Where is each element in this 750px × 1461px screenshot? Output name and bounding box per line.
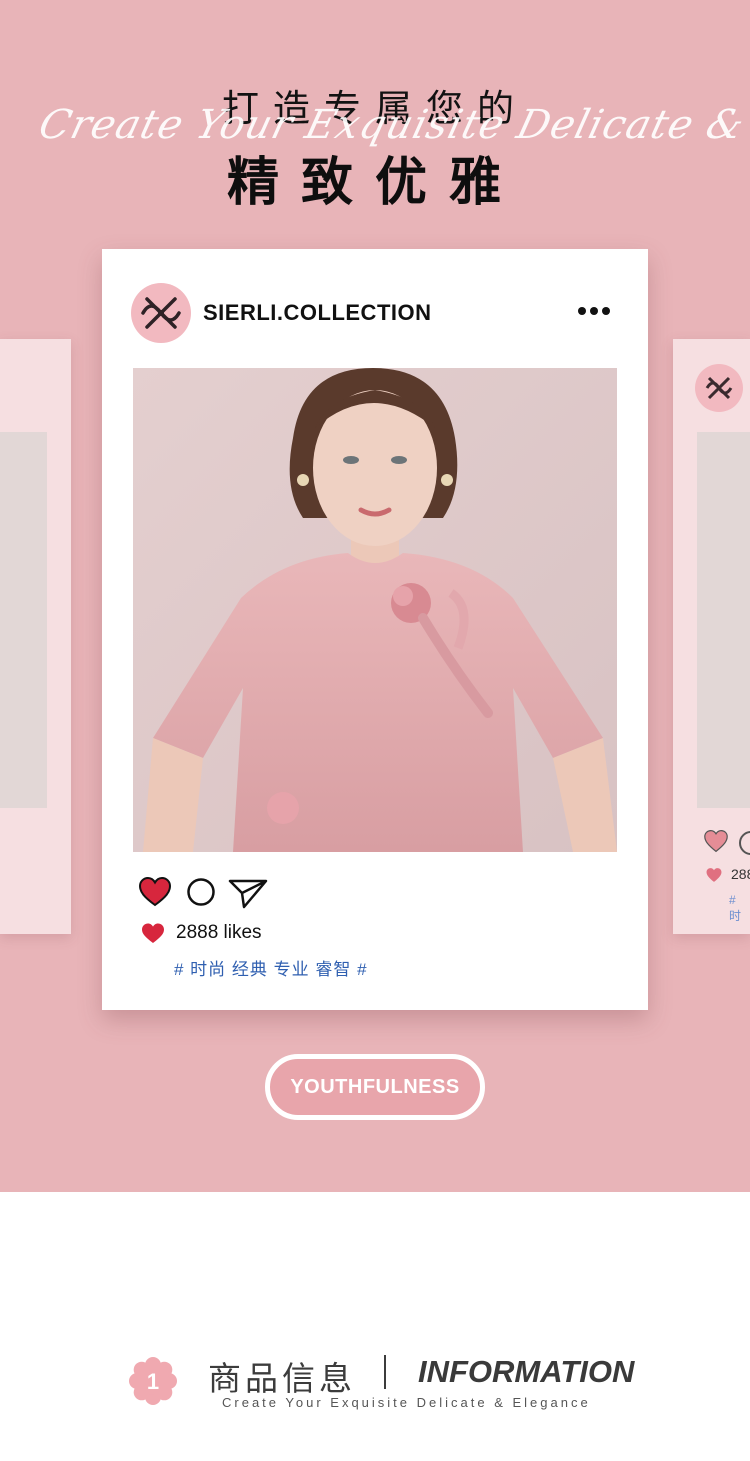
send-icon[interactable]	[228, 877, 268, 909]
side-card-avatar	[695, 364, 743, 412]
side-hashtag-text: # 时	[729, 893, 742, 923]
heart-icon	[704, 829, 728, 853]
side-card-left[interactable]	[0, 339, 71, 934]
badge-number: 1	[147, 1369, 159, 1394]
pill-label: YOUTHFULNESS	[290, 1075, 460, 1098]
comment-icon	[739, 831, 750, 855]
side-likes-text: 288	[731, 866, 750, 882]
brand-logo-icon	[141, 297, 181, 329]
likes-count: 2888 likes	[176, 922, 262, 943]
post-hashtags[interactable]: # 时尚 经典 专业 睿智 #	[174, 955, 368, 980]
post-username[interactable]: SIERLI.COLLECTION	[203, 300, 432, 326]
section-divider	[384, 1355, 386, 1389]
side-card-photo	[697, 432, 750, 808]
likes-heart-icon	[142, 923, 164, 943]
headline-main: 精致优雅	[226, 153, 523, 213]
likes-heart-icon	[706, 868, 722, 882]
heart-icon[interactable]	[138, 876, 172, 907]
youthfulness-pill[interactable]: YOUTHFULNESS	[265, 1054, 485, 1120]
more-dots-icon[interactable]	[576, 304, 612, 318]
post-photo[interactable]	[133, 368, 617, 852]
comment-icon[interactable]	[186, 877, 216, 907]
post-card: SIERLI.COLLECTION 2888 likes # 时尚 经典 专业 …	[102, 249, 648, 1010]
section-title-en: INFORMATION	[418, 1354, 635, 1389]
flower-number-badge-icon: 1	[129, 1357, 177, 1405]
side-card-photo	[0, 432, 47, 808]
side-card-right[interactable]: 288 # 时	[673, 339, 750, 934]
avatar[interactable]	[131, 283, 191, 343]
section-title-cn: 商品信息	[208, 1359, 356, 1398]
model-illustration	[133, 368, 617, 852]
section-subtitle: Create Your Exquisite Delicate & Eleganc…	[222, 1395, 591, 1410]
